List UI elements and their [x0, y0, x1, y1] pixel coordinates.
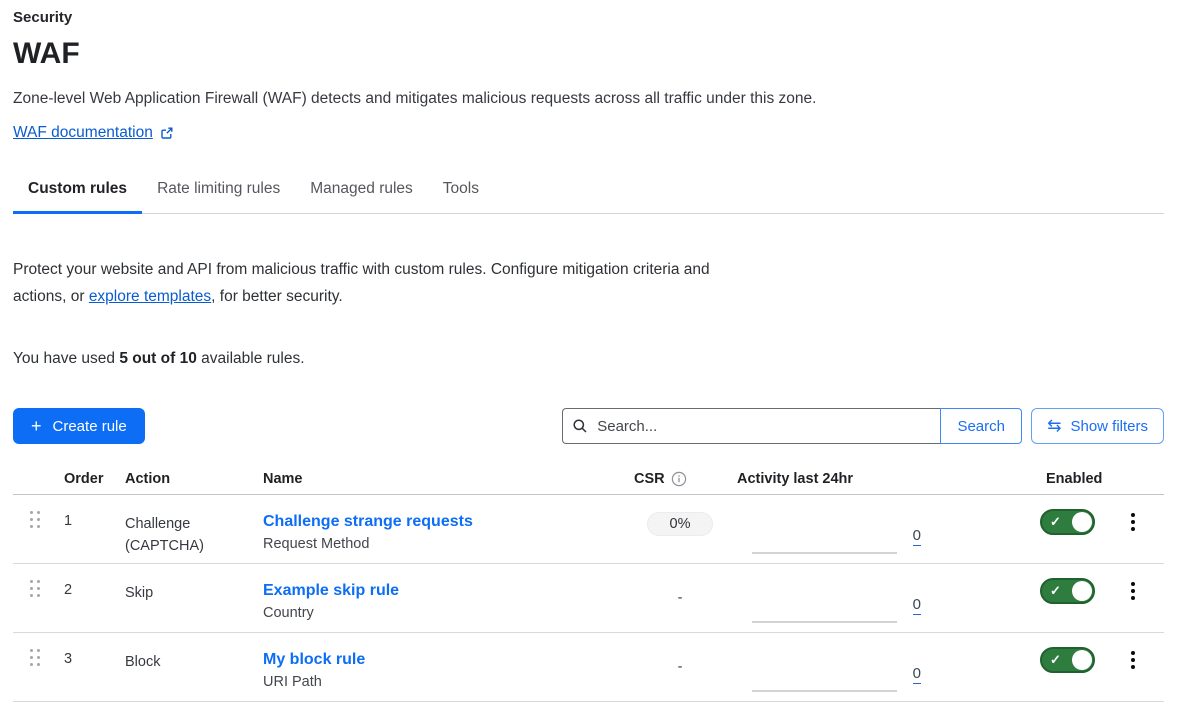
rules-toolbar: +Create rule Search ⇆Show filters	[13, 408, 1164, 444]
search-button[interactable]: Search	[940, 408, 1022, 444]
drag-handle-icon[interactable]	[30, 649, 42, 666]
check-icon: ✓	[1050, 514, 1061, 530]
column-header-csr: CSR	[630, 471, 730, 487]
rule-action: Skip	[123, 564, 263, 632]
rule-name-link[interactable]: Challenge strange requests	[263, 513, 473, 530]
csr-value: -	[678, 590, 683, 606]
activity-count-link[interactable]: 0	[913, 595, 921, 615]
breadcrumb: Security	[13, 8, 1164, 28]
enabled-toggle[interactable]: ✓	[1040, 509, 1095, 535]
column-header-order: Order	[63, 471, 123, 487]
activity-count-link[interactable]: 0	[913, 526, 921, 546]
rules-usage-count: 5 out of 10	[119, 350, 197, 367]
explore-templates-link[interactable]: explore templates	[89, 288, 211, 305]
rule-order: 3	[63, 633, 123, 701]
table-row: 3 Block My block rule URI Path - 0 ✓	[13, 633, 1164, 702]
column-header-action: Action	[123, 471, 263, 487]
rules-usage-text: You have used 5 out of 10 available rule…	[13, 349, 1164, 369]
rules-table: Order Action Name CSR Activity last 24hr…	[13, 463, 1164, 702]
info-icon[interactable]	[671, 471, 687, 487]
rule-order: 1	[63, 495, 123, 563]
activity-sparkline	[752, 690, 897, 692]
external-link-icon	[160, 126, 174, 140]
tab-managed-rules[interactable]: Managed rules	[295, 172, 428, 214]
csr-badge: 0%	[647, 512, 713, 536]
rule-field: Request Method	[263, 533, 630, 556]
check-icon: ✓	[1050, 583, 1061, 599]
check-icon: ✓	[1050, 652, 1061, 668]
table-row: 2 Skip Example skip rule Country - 0 ✓	[13, 564, 1164, 633]
tab-bar: Custom rules Rate limiting rules Managed…	[13, 172, 1164, 214]
rule-name-cell: Challenge strange requests Request Method	[263, 495, 630, 563]
rule-field: Country	[263, 602, 630, 625]
rule-field: URI Path	[263, 671, 630, 694]
drag-handle-icon[interactable]	[30, 511, 42, 528]
tab-tools[interactable]: Tools	[428, 172, 494, 214]
rule-action: Challenge (CAPTCHA)	[123, 495, 263, 563]
rule-order: 2	[63, 564, 123, 632]
activity-sparkline	[752, 552, 897, 554]
enabled-toggle[interactable]: ✓	[1040, 578, 1095, 604]
rule-name-cell: My block rule URI Path	[263, 633, 630, 701]
tab-custom-rules[interactable]: Custom rules	[13, 172, 142, 214]
swap-arrows-icon: ⇆	[1047, 417, 1061, 434]
toggle-knob	[1072, 512, 1092, 532]
column-header-name: Name	[263, 471, 630, 487]
waf-page: Security WAF Zone-level Web Application …	[0, 0, 1177, 702]
column-header-activity: Activity last 24hr	[730, 471, 945, 487]
table-header: Order Action Name CSR Activity last 24hr…	[13, 463, 1164, 495]
search-group: Search	[562, 408, 1022, 444]
create-rule-button[interactable]: +Create rule	[13, 408, 145, 444]
toggle-knob	[1072, 581, 1092, 601]
rule-name-cell: Example skip rule Country	[263, 564, 630, 632]
rule-name-link[interactable]: My block rule	[263, 651, 365, 668]
drag-handle-icon[interactable]	[30, 580, 42, 597]
column-header-enabled: Enabled	[945, 471, 1120, 487]
tab-intro-text: Protect your website and API from malici…	[13, 256, 761, 310]
table-row: 1 Challenge (CAPTCHA) Challenge strange …	[13, 495, 1164, 564]
tab-rate-limiting-rules[interactable]: Rate limiting rules	[142, 172, 295, 214]
kebab-menu-icon[interactable]	[1129, 649, 1143, 671]
toggle-knob	[1072, 650, 1092, 670]
enabled-toggle[interactable]: ✓	[1040, 647, 1095, 673]
search-input[interactable]	[562, 408, 940, 444]
activity-count-link[interactable]: 0	[913, 664, 921, 684]
page-description: Zone-level Web Application Firewall (WAF…	[13, 88, 1164, 110]
activity-sparkline	[752, 621, 897, 623]
show-filters-button[interactable]: ⇆Show filters	[1031, 408, 1164, 444]
waf-documentation-link[interactable]: WAF documentation	[13, 124, 174, 142]
csr-value: -	[678, 659, 683, 675]
search-icon	[572, 418, 588, 434]
rule-action: Block	[123, 633, 263, 701]
page-title: WAF	[13, 36, 1164, 72]
rule-name-link[interactable]: Example skip rule	[263, 582, 399, 599]
plus-icon: +	[31, 417, 42, 435]
kebab-menu-icon[interactable]	[1129, 580, 1143, 602]
kebab-menu-icon[interactable]	[1129, 511, 1143, 533]
